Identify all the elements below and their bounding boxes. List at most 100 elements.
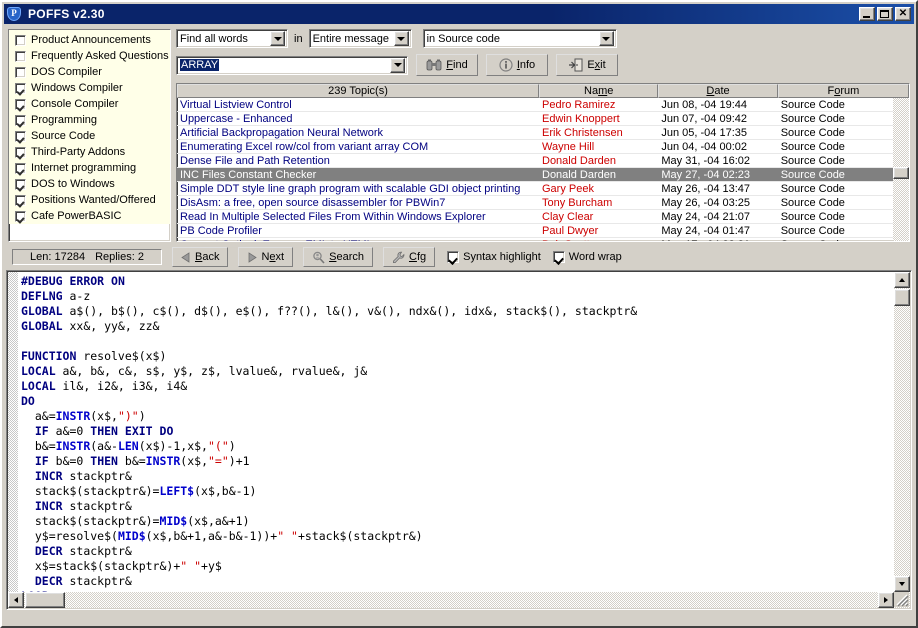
- forum-checkbox-row[interactable]: Windows Compiler: [11, 80, 170, 96]
- maximize-button[interactable]: [877, 7, 893, 21]
- forum-checkbox-row[interactable]: Frequently Asked Questions: [11, 48, 170, 64]
- column-header-topics[interactable]: 239 Topic(s): [177, 84, 540, 98]
- forum-checkbox-list: Product Announcements Frequently Asked Qu…: [9, 30, 170, 224]
- forum-checkbox[interactable]: [15, 194, 26, 206]
- match-mode-combo[interactable]: Find all words: [176, 29, 288, 48]
- cell-name: Edwin Knoppert: [542, 112, 620, 125]
- message-stats: Len: 17284 Replies: 2: [12, 249, 162, 265]
- table-row[interactable]: Read In Multiple Selected Files From Wit…: [177, 210, 909, 224]
- back-button-label-rest: ack: [202, 251, 220, 263]
- shield-p-icon: P: [7, 6, 23, 22]
- scroll-up-button[interactable]: [894, 272, 910, 288]
- topic-list-scrollbar-thumb[interactable]: [893, 167, 909, 179]
- table-row[interactable]: Convert Outlook Express EML to HTMLBob S…: [177, 238, 909, 242]
- forum-scope-chevron-down-icon[interactable]: [598, 31, 614, 46]
- column-header-forum[interactable]: Fo rum: [777, 84, 909, 98]
- forum-checkbox-label: Programming: [31, 114, 98, 126]
- code-line: INCR stackptr&: [34, 499, 132, 513]
- table-row[interactable]: Simple DDT style line graph program with…: [177, 182, 909, 196]
- search-controls: Find all words in Entire message in Sour…: [176, 29, 910, 81]
- code-line: INCR stackptr&: [34, 469, 132, 483]
- forum-checkbox[interactable]: [15, 50, 26, 62]
- forum-checkbox-row[interactable]: Positions Wanted/Offered: [11, 192, 170, 208]
- topic-list-scrollbar[interactable]: [893, 98, 909, 241]
- forum-checkbox-row[interactable]: Product Announcements: [11, 32, 170, 48]
- exit-button[interactable]: Exit: [556, 54, 618, 76]
- match-mode-chevron-down-icon[interactable]: [270, 31, 285, 46]
- forum-checkbox-row[interactable]: Cafe PowerBASIC: [11, 208, 170, 224]
- editor-horizontal-scrollbar[interactable]: [8, 592, 910, 608]
- close-button[interactable]: ✕: [895, 7, 911, 21]
- topic-list[interactable]: 239 Topic(s) Na m e Date Fo rum Virtual Lis…: [176, 83, 910, 242]
- minimize-button[interactable]: [859, 7, 875, 21]
- scope-combo[interactable]: Entire message: [308, 29, 412, 48]
- table-row[interactable]: Artificial Backpropagation Neural Networ…: [177, 126, 909, 140]
- syntax-highlight-checkbox[interactable]: [447, 251, 460, 263]
- editor-vscroll-thumb[interactable]: [894, 289, 910, 306]
- table-row[interactable]: Uppercase - Enhanced Edwin Knoppert Jun 07…: [177, 112, 909, 126]
- table-row[interactable]: Dense File and Path Retention Donald Dard…: [177, 154, 909, 168]
- forum-scope-combo[interactable]: in Source code: [422, 29, 617, 48]
- scroll-right-button[interactable]: [878, 592, 894, 608]
- word-wrap-checkbox[interactable]: [552, 251, 565, 263]
- table-row[interactable]: INC Files Constant Checker Donald Darden M…: [177, 168, 909, 182]
- editor-hscroll-thumb[interactable]: [25, 592, 65, 608]
- exit-door-icon: [569, 58, 583, 72]
- forum-checkbox[interactable]: [15, 162, 26, 174]
- magnifier-person-icon: [313, 251, 325, 264]
- search-input[interactable]: ARRAY: [176, 55, 408, 75]
- forum-checkbox[interactable]: [15, 130, 26, 142]
- binoculars-icon: [426, 59, 442, 71]
- editor-vertical-scrollbar[interactable]: [894, 272, 910, 592]
- column-header-date[interactable]: Date: [658, 84, 778, 98]
- forum-checkbox[interactable]: [15, 114, 26, 126]
- code-line: DECR stackptr&: [34, 544, 132, 558]
- cell-forum: Source Code: [780, 196, 845, 209]
- search-button[interactable]: Search: [303, 247, 373, 267]
- find-button[interactable]: Find: [416, 54, 478, 76]
- search-options-row: Find all words in Entire message in Sour…: [176, 29, 910, 48]
- back-button[interactable]: Back: [172, 247, 229, 267]
- forum-checkbox-row[interactable]: DOS to Windows: [11, 176, 170, 192]
- triangle-right-icon: [249, 251, 258, 263]
- forum-checkbox-row[interactable]: Third-Party Addons: [11, 144, 170, 160]
- table-row[interactable]: DisAsm: a free, open source disassembler…: [177, 196, 909, 210]
- column-header-name[interactable]: Na m e: [539, 84, 659, 98]
- code-line: a&=INSTR(x$,")"): [21, 409, 146, 423]
- resize-grip[interactable]: [894, 592, 909, 607]
- scroll-left-button[interactable]: [8, 592, 24, 608]
- cfg-button[interactable]: Cfg: [382, 247, 436, 267]
- word-wrap-toggle[interactable]: Word wrap: [552, 251, 622, 263]
- syntax-highlight-toggle[interactable]: Syntax highlight: [447, 251, 541, 263]
- forum-checkbox-label: Product Announcements: [31, 34, 151, 46]
- code-viewer[interactable]: #DEBUG ERROR ON DEFLNG a-z GLOBAL a$(), b$…: [6, 270, 912, 610]
- title-bar: P POFFS v2.30 ✕: [4, 4, 914, 24]
- forum-checkbox-row[interactable]: Internet programming: [11, 160, 170, 176]
- forum-checkbox[interactable]: [15, 82, 26, 94]
- forum-checkbox[interactable]: [15, 210, 26, 222]
- cell-name: Donald Darden: [542, 168, 616, 181]
- code-line: LOCAL a&, b&, c&, s$, y$, z$, lvalue&, r…: [21, 364, 368, 378]
- scope-chevron-down-icon[interactable]: [393, 31, 409, 46]
- forum-checkbox[interactable]: [15, 178, 26, 190]
- search-history-chevron-down-icon[interactable]: [390, 57, 405, 73]
- forum-checkbox-row[interactable]: Source Code: [11, 128, 170, 144]
- source-code-text[interactable]: #DEBUG ERROR ON DEFLNG a-z GLOBAL a$(), b$…: [21, 274, 891, 607]
- cell-date: May 24, -04 01:47: [661, 224, 751, 237]
- forum-checkbox-row[interactable]: DOS Compiler: [11, 64, 170, 80]
- forum-checkbox-row[interactable]: Programming: [11, 112, 170, 128]
- table-row[interactable]: Virtual Listview Control Pedro Ramirez Jun…: [177, 98, 909, 112]
- table-row[interactable]: PB Code Profiler Paul Dwyer May 24, -04 01…: [177, 224, 909, 238]
- forum-checkbox[interactable]: [15, 146, 26, 158]
- next-button[interactable]: Next: [238, 247, 294, 267]
- scroll-down-button[interactable]: [894, 576, 910, 592]
- cell-forum: Source Code: [780, 126, 845, 139]
- forum-checkbox-row[interactable]: Console Compiler: [11, 96, 170, 112]
- forum-checkbox[interactable]: [15, 66, 26, 78]
- forum-checkbox[interactable]: [15, 34, 26, 46]
- forum-checkbox[interactable]: [15, 98, 26, 110]
- table-row[interactable]: Enumerating Excel row/col from variant a…: [177, 140, 909, 154]
- forum-checkbox-label: Console Compiler: [31, 98, 119, 110]
- info-button[interactable]: Info: [486, 54, 548, 76]
